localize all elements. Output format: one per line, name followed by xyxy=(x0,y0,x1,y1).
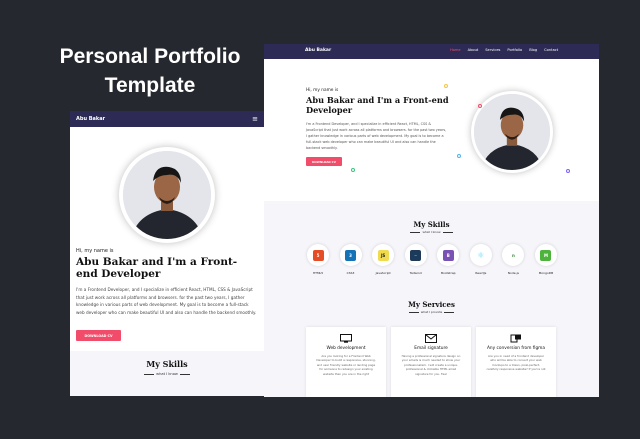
profile-photo xyxy=(471,91,553,173)
mobile-skills-title: My Skills xyxy=(146,359,188,369)
decor-circle xyxy=(444,84,448,88)
monitor-icon xyxy=(340,334,352,343)
nav-portfolio[interactable]: Portfolio xyxy=(507,48,522,52)
services-cards: Web development Are you looking for a Fr… xyxy=(306,327,556,397)
react-icon: ⚛ xyxy=(475,249,487,261)
desktop-bio: I'm a Frontend Developer, and I speciali… xyxy=(306,122,447,150)
skill-reactjs: ⚛ ReactJs xyxy=(469,244,493,275)
skills-row: 5 HTML5 3 CSS3 JS JavaScript ~ Tailwind … xyxy=(306,244,558,275)
profile-photo xyxy=(119,147,215,243)
decor-circle xyxy=(457,154,461,158)
mongodb-icon: M xyxy=(540,249,552,261)
css3-icon: 3 xyxy=(345,249,357,261)
desktop-headline: Abu Bakar and I'm a Front-end Developer xyxy=(306,95,449,115)
desktop-nav-links: Home About Services Portfolio Blog Conta… xyxy=(450,48,558,52)
decor-circle xyxy=(351,168,355,172)
mobile-navbar: Abu Bakar ≡ xyxy=(70,111,264,127)
desktop-download-cv-button[interactable]: DOWNLOAD CV xyxy=(306,157,342,166)
desktop-brand[interactable]: Abu Bakar xyxy=(305,48,331,53)
promo-title: Personal Portfolio Template xyxy=(59,45,241,97)
nodejs-icon: n xyxy=(507,249,519,261)
service-card-figma-conversion[interactable]: Any conversion from figma Are you in nee… xyxy=(476,327,556,397)
email-icon xyxy=(425,334,437,343)
decor-circle xyxy=(566,169,570,173)
html5-icon: 5 xyxy=(312,249,324,261)
services-subtitle: what I provide xyxy=(408,310,455,314)
nav-blog[interactable]: Blog xyxy=(529,48,537,52)
skill-nodejs: n Node.js xyxy=(501,244,525,275)
nav-home[interactable]: Home xyxy=(450,48,461,52)
skill-bootstrap: B Bootstrap xyxy=(436,244,460,275)
mobile-greeting: Hi, my name is xyxy=(76,248,114,254)
hamburger-icon[interactable]: ≡ xyxy=(252,115,258,123)
skill-javascript: JS JavaScript xyxy=(371,244,395,275)
mobile-skills-subtitle: what I know xyxy=(144,372,190,376)
bootstrap-icon: B xyxy=(442,249,454,261)
desktop-greeting: Hi, my name is xyxy=(306,88,339,93)
mobile-skills-section: My Skills what I know xyxy=(70,351,264,396)
desktop-navbar: Abu Bakar Home About Services Portfolio … xyxy=(264,44,599,59)
service-card-email-signature[interactable]: Email signature Having a professional si… xyxy=(391,327,471,397)
skill-tailwind: ~ Tailwind xyxy=(404,244,428,275)
figma-icon xyxy=(510,334,521,343)
javascript-icon: JS xyxy=(377,249,389,261)
skills-title: My Skills xyxy=(413,220,450,229)
decor-circle xyxy=(478,104,482,108)
skill-html5: 5 HTML5 xyxy=(306,244,330,275)
mobile-preview: Abu Bakar ≡ Hi, my name is Abu Bakar and… xyxy=(70,111,264,396)
mobile-brand[interactable]: Abu Bakar xyxy=(76,116,105,122)
skill-css3: 3 CSS3 xyxy=(339,244,363,275)
mobile-download-cv-button[interactable]: DOWNLOAD CV xyxy=(76,330,121,341)
service-card-web-development[interactable]: Web development Are you looking for a Fr… xyxy=(306,327,386,397)
skill-mongodb: M MongoDB xyxy=(534,244,558,275)
nav-contact[interactable]: Contact xyxy=(544,48,558,52)
tailwind-icon: ~ xyxy=(410,249,422,261)
services-title: My Services xyxy=(408,300,455,309)
mobile-bio: I'm a Frontend Developer, and I speciali… xyxy=(76,287,257,315)
mobile-headline: Abu Bakar and I'm a Front-end Developer xyxy=(76,256,238,280)
skills-subtitle: what I know xyxy=(410,230,453,234)
nav-about[interactable]: About xyxy=(468,48,479,52)
nav-services[interactable]: Services xyxy=(485,48,500,52)
desktop-preview: Abu Bakar Home About Services Portfolio … xyxy=(264,44,599,397)
